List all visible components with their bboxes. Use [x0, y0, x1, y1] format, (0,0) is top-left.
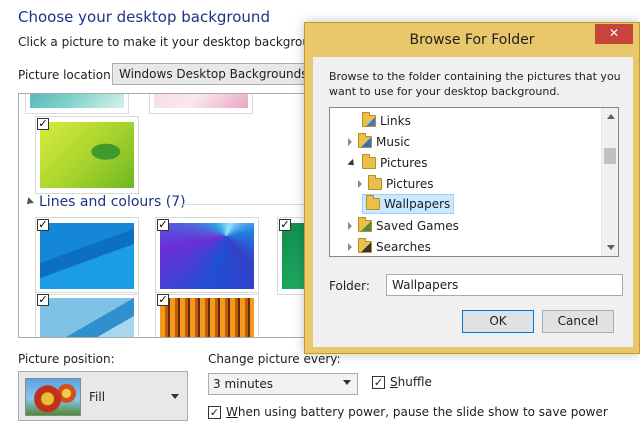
wallpaper-checkbox[interactable]: ✓	[279, 219, 291, 231]
position-preview-thumbnail	[25, 378, 81, 416]
wallpaper-thumbnail	[40, 223, 134, 289]
chevron-down-icon	[343, 380, 351, 385]
shuffle-label: Shuffle	[390, 375, 432, 389]
collapse-arrow-icon[interactable]	[347, 158, 357, 168]
tree-item-label: Pictures	[386, 177, 434, 191]
close-button[interactable]: ✕	[595, 24, 633, 44]
music-folder-icon	[358, 133, 372, 148]
checkbox-box[interactable]: ✓	[208, 405, 221, 419]
wallpaper-thumbnail	[160, 223, 254, 289]
tree-item-label: Searches	[376, 240, 431, 254]
tree-item-label: Saved Games	[376, 219, 459, 233]
wallpaper-tile[interactable]	[149, 94, 253, 114]
wallpaper-tile[interactable]	[35, 217, 139, 295]
tree-item-pictures-sub[interactable]: Pictures	[358, 174, 434, 194]
tree-item-label: Links	[380, 114, 411, 128]
shuffle-checkbox[interactable]: ✓ Shuffle	[372, 375, 432, 389]
battery-pause-checkbox[interactable]: ✓ When using battery power, pause the sl…	[208, 405, 608, 419]
wallpaper-gallery[interactable]: ✓ Lines and colours (7) ✓ ✓ ✓ ✓ ✓	[18, 93, 318, 338]
group-divider	[179, 204, 317, 205]
wallpaper-thumbnail	[40, 298, 134, 337]
dialog-body: Browse to the folder containing the pict…	[313, 57, 633, 347]
change-interval-value: 3 minutes	[213, 377, 274, 391]
dialog-titlebar[interactable]: Browse For Folder ✕	[305, 23, 639, 57]
wallpaper-tile[interactable]	[35, 116, 139, 194]
expand-arrow-icon[interactable]	[348, 222, 352, 230]
scrollbar-thumb[interactable]	[604, 148, 616, 164]
battery-pause-label: When using battery power, pause the slid…	[226, 405, 608, 419]
wallpaper-checkbox[interactable]: ✓	[157, 219, 169, 231]
wallpaper-thumbnail	[154, 94, 248, 108]
ok-button[interactable]: OK	[462, 310, 534, 333]
expand-arrow-icon[interactable]	[348, 243, 352, 251]
folder-icon	[368, 175, 382, 190]
collapse-arrow-icon	[24, 197, 34, 207]
wallpaper-tile[interactable]	[155, 217, 259, 295]
picture-location-label: Picture location:	[18, 68, 115, 82]
wallpaper-checkbox[interactable]: ✓	[157, 294, 169, 306]
picture-position-label: Picture position:	[18, 352, 115, 366]
tree-item-saved-games[interactable]: Saved Games	[348, 216, 459, 236]
checkbox-box[interactable]: ✓	[372, 375, 385, 389]
close-icon: ✕	[608, 26, 620, 40]
tree-item-searches[interactable]: Searches	[348, 237, 431, 256]
picture-position-value: Fill	[89, 390, 106, 404]
links-folder-icon	[362, 112, 376, 127]
folder-tree[interactable]: Links Music Pictures Pictures Wallpapers	[329, 107, 619, 257]
saved-games-folder-icon	[358, 217, 372, 232]
wallpaper-checkbox[interactable]: ✓	[37, 118, 49, 130]
tree-item-label: Music	[376, 135, 411, 149]
wallpaper-tile[interactable]	[35, 292, 139, 337]
chevron-down-icon	[171, 394, 179, 399]
folder-label: Folder:	[329, 279, 370, 293]
expand-arrow-icon[interactable]	[358, 180, 362, 188]
picture-location-select[interactable]: Windows Desktop Backgrounds	[112, 63, 312, 85]
cancel-button[interactable]: Cancel	[542, 310, 614, 333]
group-header[interactable]: Lines and colours (7)	[24, 194, 186, 210]
wallpaper-thumbnail	[160, 298, 254, 337]
picture-position-select[interactable]: Fill	[18, 371, 188, 421]
wallpaper-tile[interactable]	[155, 292, 259, 337]
search-folder-icon	[358, 238, 372, 253]
page-title: Choose your desktop background	[18, 8, 270, 26]
scroll-down-icon[interactable]	[607, 245, 615, 250]
browse-folder-dialog: Browse For Folder ✕ Browse to the folder…	[304, 22, 640, 354]
dialog-title: Browse For Folder	[409, 32, 535, 48]
wallpaper-thumbnail	[30, 94, 124, 108]
change-interval-select[interactable]: 3 minutes	[208, 373, 358, 395]
folder-icon	[362, 154, 376, 169]
expand-arrow-icon[interactable]	[348, 138, 352, 146]
tree-item-label: Pictures	[380, 156, 428, 170]
wallpaper-checkbox[interactable]: ✓	[37, 219, 49, 231]
tree-scrollbar[interactable]	[601, 108, 618, 256]
folder-icon	[366, 195, 380, 210]
change-interval-label: Change picture every:	[208, 352, 341, 366]
scroll-up-icon[interactable]	[607, 114, 615, 119]
tree-item-pictures[interactable]: Pictures	[347, 153, 428, 173]
folder-input[interactable]: Wallpapers	[386, 274, 623, 296]
dialog-description: Browse to the folder containing the pict…	[329, 70, 621, 98]
wallpaper-tile[interactable]	[25, 94, 129, 114]
tree-item-label: Wallpapers	[384, 197, 451, 211]
tree-item-wallpapers[interactable]: Wallpapers	[362, 194, 455, 214]
group-title: Lines and colours (7)	[39, 194, 186, 210]
tree-item-links[interactable]: Links	[352, 111, 411, 131]
wallpaper-thumbnail	[40, 122, 134, 188]
tree-item-music[interactable]: Music	[348, 132, 410, 152]
page-description: Click a picture to make it your desktop …	[18, 35, 346, 49]
wallpaper-checkbox[interactable]: ✓	[37, 294, 49, 306]
